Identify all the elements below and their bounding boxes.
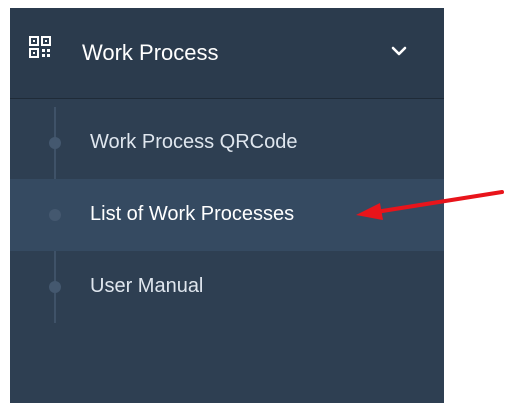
bullet-dot-icon xyxy=(49,209,61,221)
chevron-down-icon[interactable] xyxy=(390,44,408,58)
submenu-item-label: List of Work Processes xyxy=(90,203,295,225)
menu-group-work-process[interactable]: Work Process xyxy=(10,8,444,99)
submenu-item-work-process-qrcode[interactable]: Work Process QRCode xyxy=(10,107,444,179)
submenu-item-user-manual[interactable]: User Manual xyxy=(10,251,444,323)
qrcode-icon xyxy=(29,36,51,58)
menu-title: Work Process xyxy=(82,40,219,65)
bullet-dot-icon xyxy=(49,281,61,293)
submenu: Work Process QRCode List of Work Process… xyxy=(10,99,444,403)
bullet-dot-icon xyxy=(49,137,61,149)
annotation-arrow-icon xyxy=(356,190,504,220)
submenu-item-label: Work Process QRCode xyxy=(90,131,298,153)
submenu-item-label: User Manual xyxy=(90,275,204,297)
